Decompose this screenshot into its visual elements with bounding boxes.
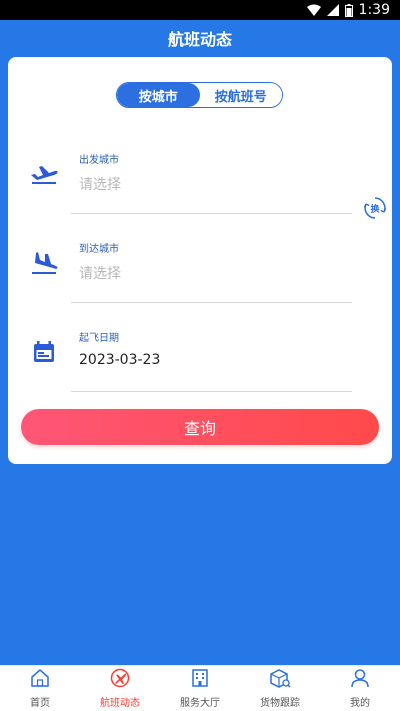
screen: 1:39 航班动态 按城市 按航班号 出发城市 请选择 换 到达城市 请选择 起… [0, 0, 400, 711]
wifi-icon [306, 4, 321, 16]
home-icon [30, 668, 50, 692]
user-icon [350, 668, 370, 692]
takeoff-icon [28, 160, 60, 188]
building-icon [190, 668, 210, 692]
signal-icon [326, 4, 339, 16]
arrival-city-field[interactable]: 到达城市 请选择 [8, 226, 392, 306]
divider [71, 302, 352, 303]
status-time: 1:39 [358, 2, 390, 18]
departure-placeholder: 请选择 [79, 177, 121, 193]
swap-cities-button[interactable]: 换 [363, 196, 387, 220]
query-button[interactable]: 查询 [21, 409, 379, 445]
nav-profile[interactable]: 我的 [320, 666, 400, 711]
battery-icon [344, 3, 353, 17]
cargo-tracking-icon [269, 668, 291, 692]
bottom-nav: 首页 航班动态 服务大厅 货物跟踪 我的 [0, 665, 400, 711]
nav-label-cargo-tracking: 货物跟踪 [260, 698, 300, 709]
nav-label-service-hall: 服务大厅 [180, 698, 220, 709]
tab-by-city[interactable]: 按城市 [117, 83, 200, 107]
nav-label-flight-status: 航班动态 [100, 698, 140, 709]
tab-by-flight-number[interactable]: 按航班号 [199, 83, 282, 107]
landing-icon [28, 249, 60, 277]
nav-label-home: 首页 [30, 698, 50, 709]
date-value: 2023-03-23 [79, 352, 161, 368]
departure-label: 出发城市 [79, 155, 119, 166]
divider [71, 391, 352, 392]
nav-home[interactable]: 首页 [0, 666, 80, 711]
calendar-icon [28, 338, 60, 366]
swap-label: 换 [370, 204, 380, 215]
arrival-label: 到达城市 [79, 244, 119, 255]
departure-date-field[interactable]: 起飞日期 2023-03-23 [8, 315, 392, 395]
arrival-placeholder: 请选择 [79, 266, 121, 282]
page-title: 航班动态 [167, 30, 232, 49]
divider [71, 213, 352, 214]
status-bar: 1:39 [0, 0, 400, 20]
departure-city-field[interactable]: 出发城市 请选择 [8, 137, 392, 217]
date-label: 起飞日期 [79, 333, 119, 344]
nav-flight-status[interactable]: 航班动态 [80, 666, 160, 711]
nav-service-hall[interactable]: 服务大厅 [160, 666, 240, 711]
search-mode-toggle: 按城市 按航班号 [116, 82, 283, 108]
search-card: 按城市 按航班号 出发城市 请选择 换 到达城市 请选择 起飞日期 2023-0… [8, 57, 392, 464]
flight-status-icon [110, 668, 130, 692]
nav-label-profile: 我的 [350, 698, 370, 709]
nav-cargo-tracking[interactable]: 货物跟踪 [240, 666, 320, 711]
